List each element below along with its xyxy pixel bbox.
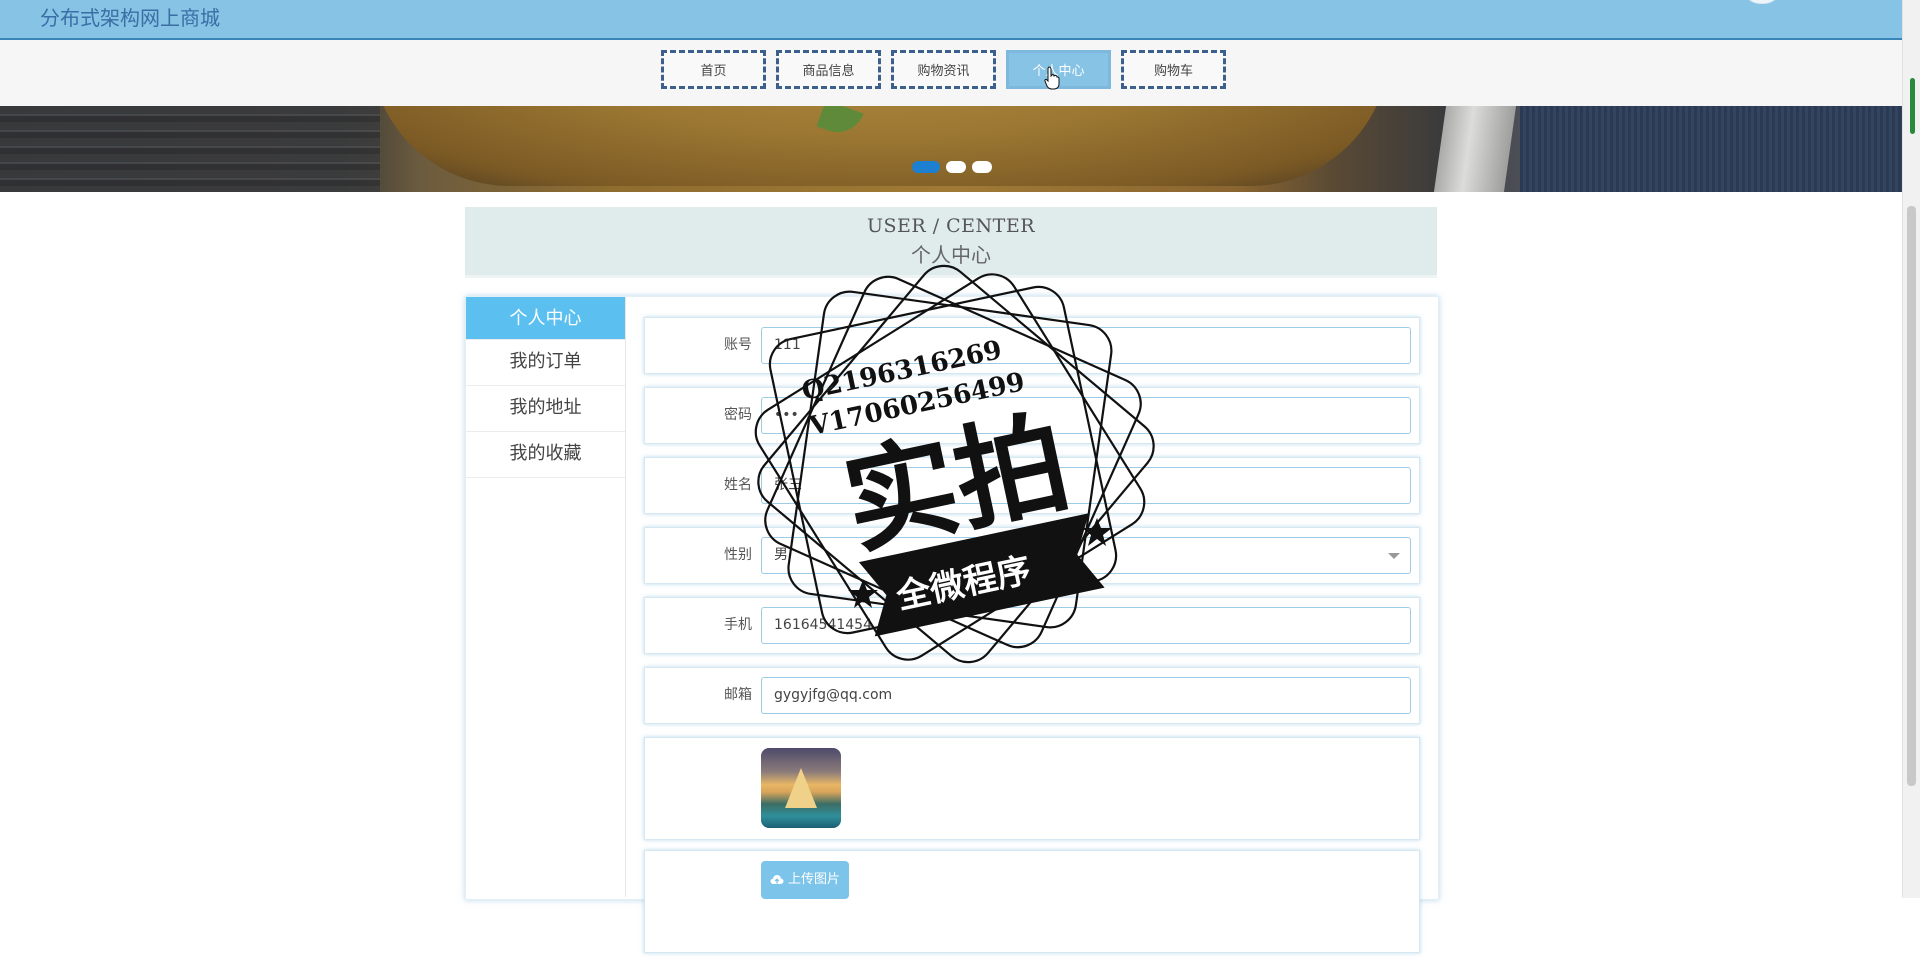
page-scrollbar[interactable] bbox=[1902, 0, 1920, 898]
nav-home[interactable]: 首页 bbox=[661, 50, 766, 89]
nav-products[interactable]: 商品信息 bbox=[776, 50, 881, 89]
site-title[interactable]: 分布式架构网上商城 bbox=[40, 2, 220, 31]
banner-image-food bbox=[370, 106, 1390, 186]
gender-select[interactable]: 男 bbox=[761, 537, 1411, 574]
profile-form: 账号 111 密码 ••• 姓名 张三 性别 男 手机 16164541454 … bbox=[644, 317, 1422, 963]
carousel-dot-3[interactable] bbox=[972, 161, 992, 173]
form-row-name: 姓名 张三 bbox=[644, 457, 1420, 514]
password-label: 密码 bbox=[724, 407, 752, 423]
avatar-image-mountain bbox=[785, 768, 817, 808]
account-label: 账号 bbox=[724, 337, 752, 353]
password-input[interactable]: ••• bbox=[761, 397, 1411, 434]
form-row-email: 邮箱 gygyjfg@qq.com bbox=[644, 667, 1420, 724]
sidebar-menu: 个人中心 我的订单 我的地址 我的收藏 bbox=[466, 297, 626, 897]
user-avatar[interactable] bbox=[1741, 0, 1783, 4]
email-label: 邮箱 bbox=[724, 687, 752, 703]
form-row-phone: 手机 16164541454 bbox=[644, 597, 1420, 654]
gender-label: 性别 bbox=[724, 547, 752, 563]
banner-image-wood bbox=[0, 106, 380, 192]
sidebar-item-user-center[interactable]: 个人中心 bbox=[466, 297, 625, 340]
hand-pointer-icon bbox=[1044, 66, 1060, 90]
form-row-password: 密码 ••• bbox=[644, 387, 1420, 444]
carousel-dot-2[interactable] bbox=[946, 161, 966, 173]
upload-image-button[interactable]: 上传图片 bbox=[761, 861, 850, 899]
form-row-upload: 上传图片 bbox=[644, 850, 1420, 953]
sidebar-item-orders[interactable]: 我的订单 bbox=[466, 340, 625, 386]
phone-input[interactable]: 16164541454 bbox=[761, 607, 1411, 644]
banner-image-cloth bbox=[1520, 106, 1903, 192]
sidebar-item-favorites[interactable]: 我的收藏 bbox=[466, 432, 625, 478]
banner-image-knife bbox=[1433, 106, 1517, 192]
caret-down-icon bbox=[1388, 553, 1400, 559]
banner-carousel[interactable] bbox=[0, 106, 1903, 192]
scroll-indicator bbox=[1910, 78, 1915, 134]
carousel-dot-1[interactable] bbox=[912, 161, 940, 173]
cloud-upload-icon bbox=[770, 875, 784, 884]
section-title-cn: 个人中心 bbox=[911, 243, 991, 267]
form-row-gender: 性别 男 bbox=[644, 527, 1420, 584]
name-input[interactable]: 张三 bbox=[761, 467, 1411, 504]
account-input[interactable]: 111 bbox=[761, 327, 1411, 364]
avatar-image[interactable] bbox=[761, 748, 841, 828]
section-heading: USER / CENTER 个人中心 bbox=[465, 207, 1437, 278]
carousel-indicators bbox=[912, 161, 992, 173]
top-header-bar: 分布式架构网上商城 bbox=[0, 0, 1903, 40]
email-input[interactable]: gygyjfg@qq.com bbox=[761, 677, 1411, 714]
name-label: 姓名 bbox=[724, 477, 752, 493]
phone-label: 手机 bbox=[724, 617, 752, 633]
nav-cart[interactable]: 购物车 bbox=[1121, 50, 1226, 89]
scrollbar-thumb[interactable] bbox=[1907, 206, 1916, 786]
main-navigation: 首页 商品信息 购物资讯 个人中心 购物车 bbox=[0, 40, 1903, 107]
form-row-avatar bbox=[644, 737, 1420, 840]
gender-value: 男 bbox=[774, 547, 788, 563]
nav-news[interactable]: 购物资讯 bbox=[891, 50, 996, 89]
user-center-panel: 个人中心 我的订单 我的地址 我的收藏 账号 111 密码 ••• 姓名 张三 … bbox=[465, 296, 1439, 953]
section-title-en: USER / CENTER bbox=[866, 215, 1036, 237]
sidebar-item-address[interactable]: 我的地址 bbox=[466, 386, 625, 432]
form-row-account: 账号 111 bbox=[644, 317, 1420, 374]
upload-button-label: 上传图片 bbox=[788, 872, 841, 887]
